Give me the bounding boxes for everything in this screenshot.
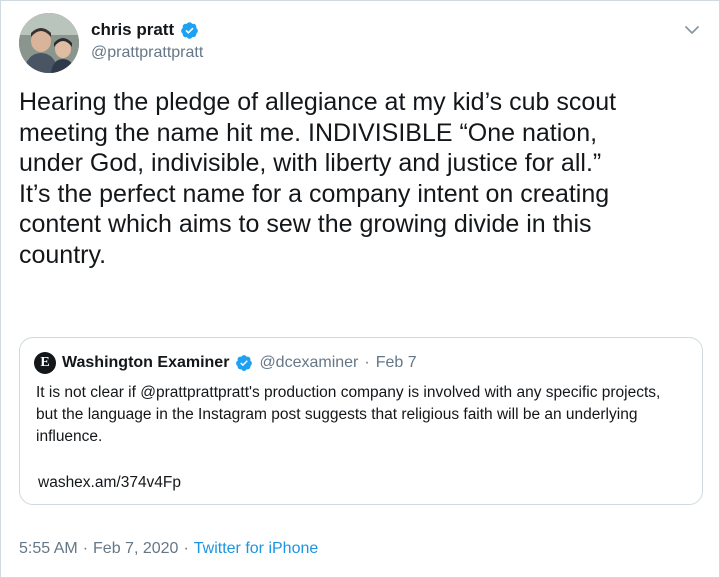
verified-badge-icon [235,354,253,372]
tweet-metadata: 5:55 AM · Feb 7, 2020 · Twitter for iPho… [19,540,318,558]
washington-examiner-logo-icon: E [34,352,56,374]
separator-dot: · [82,540,89,557]
tweet-date[interactable]: Feb 7, 2020 [93,540,178,558]
author-name-row[interactable]: chris pratt [91,20,199,40]
quoted-author-name[interactable]: Washington Examiner [62,354,229,372]
quoted-tweet[interactable]: E Washington Examiner @dcexaminer · Feb … [19,337,703,505]
separator-dot: · [364,354,370,371]
verified-badge-icon [180,21,199,40]
quoted-tweet-date[interactable]: Feb 7 [376,354,417,372]
quoted-author-handle[interactable]: @dcexaminer [259,354,358,372]
tweet-source-link[interactable]: Twitter for iPhone [194,540,319,558]
tweet-card: chris pratt @prattprattpratt Hearing the… [0,0,720,578]
quoted-tweet-header: E Washington Examiner @dcexaminer · Feb … [34,352,417,374]
tweet-text: Hearing the pledge of allegiance at my k… [19,88,617,269]
tweet-time[interactable]: 5:55 AM [19,540,78,558]
chevron-down-icon[interactable] [683,23,701,37]
author-handle[interactable]: @prattprattpratt [91,44,203,62]
quoted-tweet-text: It is not clear if @prattprattpratt's pr… [36,384,661,445]
author-display-name[interactable]: chris pratt [91,20,174,40]
avatar[interactable] [19,13,79,73]
avatar-photo [19,13,79,73]
divider [19,529,703,530]
separator-dot: · [183,540,189,557]
quoted-tweet-link[interactable]: washex.am/374v4Fp [38,474,181,492]
